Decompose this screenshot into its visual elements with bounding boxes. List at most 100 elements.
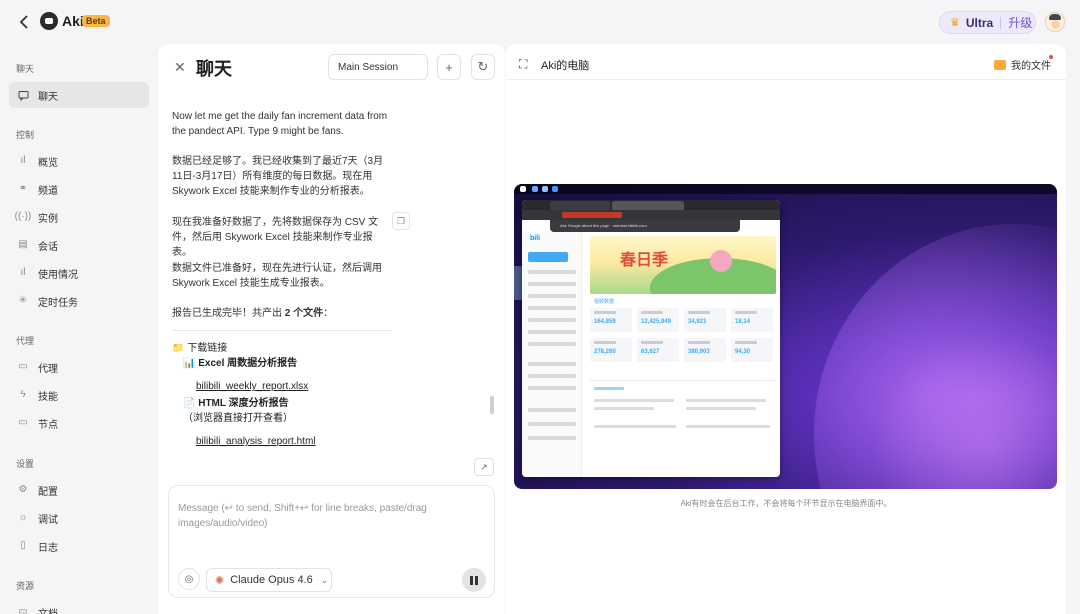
nav-item[interactable]	[528, 306, 576, 310]
upgrade-button[interactable]: ♛ Ultra 升级	[939, 11, 1036, 34]
stat-label	[688, 341, 710, 344]
back-icon[interactable]	[14, 12, 34, 32]
nav-item[interactable]	[528, 408, 576, 412]
crown-icon: ♛	[950, 17, 960, 29]
fullscreen-icon[interactable]: ⛶	[519, 57, 527, 72]
attach-button[interactable]: ◎	[178, 568, 200, 590]
bolt-icon: ϟ	[20, 389, 26, 400]
stat-value: 34,921	[688, 319, 707, 325]
sidebar-item-agents[interactable]: ▭ 代理	[9, 354, 149, 380]
nav-item[interactable]	[528, 386, 576, 390]
nav-item[interactable]	[528, 294, 576, 298]
aki-logo-icon	[40, 12, 58, 30]
nav-item[interactable]	[528, 282, 576, 286]
sidebar-item-overview[interactable]: ıl 概览	[9, 148, 149, 174]
my-files-button[interactable]: 我的文件	[994, 57, 1051, 72]
sidebar-item-label: 使用情况	[38, 269, 78, 281]
copy-icon[interactable]: ❐	[392, 212, 410, 230]
claude-icon: ✺	[215, 574, 225, 587]
browser-tab[interactable]	[612, 201, 684, 210]
stat-label	[688, 311, 710, 314]
user-avatar[interactable]	[1045, 12, 1065, 32]
sidebar-item-logs[interactable]: ▯ 日志	[9, 533, 149, 559]
chat-title: 聊天	[196, 59, 232, 79]
scrollbar[interactable]	[490, 396, 494, 414]
comment-line	[686, 425, 770, 428]
sidebar-item-config[interactable]: ⚙ 配置	[9, 477, 149, 503]
expand-arrow-icon[interactable]: ↗	[474, 458, 494, 476]
bar-chart-icon: ıl	[20, 267, 26, 278]
sidebar-item-scheduled[interactable]: ✳ 定时任务	[9, 288, 149, 314]
message-input-box[interactable]: Message (↩ to send, Shift+↩ for line bre…	[168, 485, 495, 598]
sidebar-item-debug[interactable]: ☼ 调试	[9, 505, 149, 531]
sidebar-item-label: 调试	[38, 514, 58, 526]
stat-value: 380,903	[688, 349, 710, 355]
sidebar-item-label: 文档	[38, 608, 58, 614]
pause-button[interactable]	[462, 568, 486, 592]
computer-panel: ⛶ Aki的电脑 我的文件 Ask Google about this page…	[506, 44, 1066, 614]
loader-icon: ✳	[18, 295, 28, 306]
chevron-down-icon: ⌄	[320, 574, 329, 585]
upgrade-label: 升级	[1008, 16, 1033, 30]
nav-item[interactable]	[528, 422, 576, 426]
computer-title: Aki的电脑	[541, 60, 590, 72]
stat-label	[735, 311, 757, 314]
sidebar-item-label: 定时任务	[38, 297, 78, 309]
folder-icon	[994, 59, 1006, 70]
sidebar-item-nodes[interactable]: ▭ 节点	[9, 410, 149, 436]
stat-value: 63,627	[641, 349, 660, 355]
sidebar-item-instances[interactable]: ((·)) 实例	[9, 204, 149, 230]
notification-dot	[1049, 55, 1053, 59]
ask-google-popup[interactable]: Ask Google about this page · member.bili…	[550, 220, 740, 232]
sidebar-section-settings: 设置	[16, 459, 35, 469]
pause-icon	[470, 575, 473, 585]
sidebar-section-control: 控制	[16, 130, 35, 140]
spring-banner[interactable]: 春日季	[590, 236, 776, 294]
sidebar-item-chat[interactable]: 聊天	[9, 82, 149, 108]
refresh-button[interactable]: ↻	[471, 54, 495, 80]
comment-tab[interactable]	[594, 387, 624, 390]
nav-item[interactable]	[528, 330, 576, 334]
assistant-message: Now let me get the daily fan increment d…	[172, 111, 388, 137]
data-tab[interactable]: 视频数据	[594, 298, 614, 305]
app-icon	[552, 186, 558, 192]
sidebar-item-label: 频道	[38, 185, 58, 197]
stat-card: 63,627	[637, 338, 679, 362]
model-select[interactable]: ✺ Claude Opus 4.6 ⌄	[206, 568, 332, 592]
sidebar-section-chat: 聊天	[16, 64, 35, 74]
excel-report-link[interactable]: bilibili_weekly_report.xlsx	[196, 380, 308, 394]
book-icon: ▭	[18, 606, 28, 614]
close-icon[interactable]: ✕	[174, 59, 186, 76]
stat-card: 164,859	[590, 308, 632, 332]
nav-item[interactable]	[528, 374, 576, 378]
nav-item[interactable]	[528, 318, 576, 322]
report-done-prefix: 报告已生成完毕！共产出	[172, 308, 285, 319]
new-session-button[interactable]: +	[437, 54, 461, 80]
sidebar-item-channels[interactable]: ⚭ 频道	[9, 176, 149, 202]
nav-item[interactable]	[528, 270, 576, 274]
sidebar: 聊天 聊天 控制 ıl 概览 ⚭ 频道 ((·)) 实例 ▤ 会话 ıl 使用情…	[0, 44, 158, 614]
downloads-heading: 📁 下载链接	[172, 343, 228, 354]
browser-tab[interactable]	[550, 201, 610, 210]
browser-window[interactable]: Ask Google about this page · member.bili…	[522, 200, 780, 477]
message-input[interactable]: Message (↩ to send, Shift+↩ for line bre…	[178, 501, 458, 531]
sidebar-item-sessions[interactable]: ▤ 会话	[9, 232, 149, 258]
nav-item[interactable]	[528, 342, 576, 346]
comment-line	[594, 407, 654, 410]
computer-caption: Aki有时会在后台工作，不会将每个环节显示在电脑界面中。	[680, 499, 892, 508]
session-select[interactable]: Main Session	[328, 54, 428, 80]
sidebar-item-docs[interactable]: ▭ 文档	[9, 599, 149, 614]
nav-item[interactable]	[528, 436, 576, 440]
stat-value: 12,425,949	[641, 319, 672, 325]
desktop-taskbar	[514, 184, 1057, 194]
nav-active[interactable]	[528, 252, 568, 262]
chat-panel: ✕ 聊天 Main Session + ↻ Now let me get the…	[158, 44, 505, 614]
bug-icon: ☼	[18, 512, 28, 523]
address-bar[interactable]	[522, 210, 780, 220]
sidebar-item-usage[interactable]: ıl 使用情况	[9, 260, 149, 286]
sidebar-item-skills[interactable]: ϟ 技能	[9, 382, 149, 408]
monitor-icon: ▭	[18, 417, 28, 428]
nav-item[interactable]	[528, 362, 576, 366]
remote-desktop-screen[interactable]: Ask Google about this page · member.bili…	[514, 184, 1057, 489]
html-report-link[interactable]: bilibili_analysis_report.html	[196, 435, 316, 449]
